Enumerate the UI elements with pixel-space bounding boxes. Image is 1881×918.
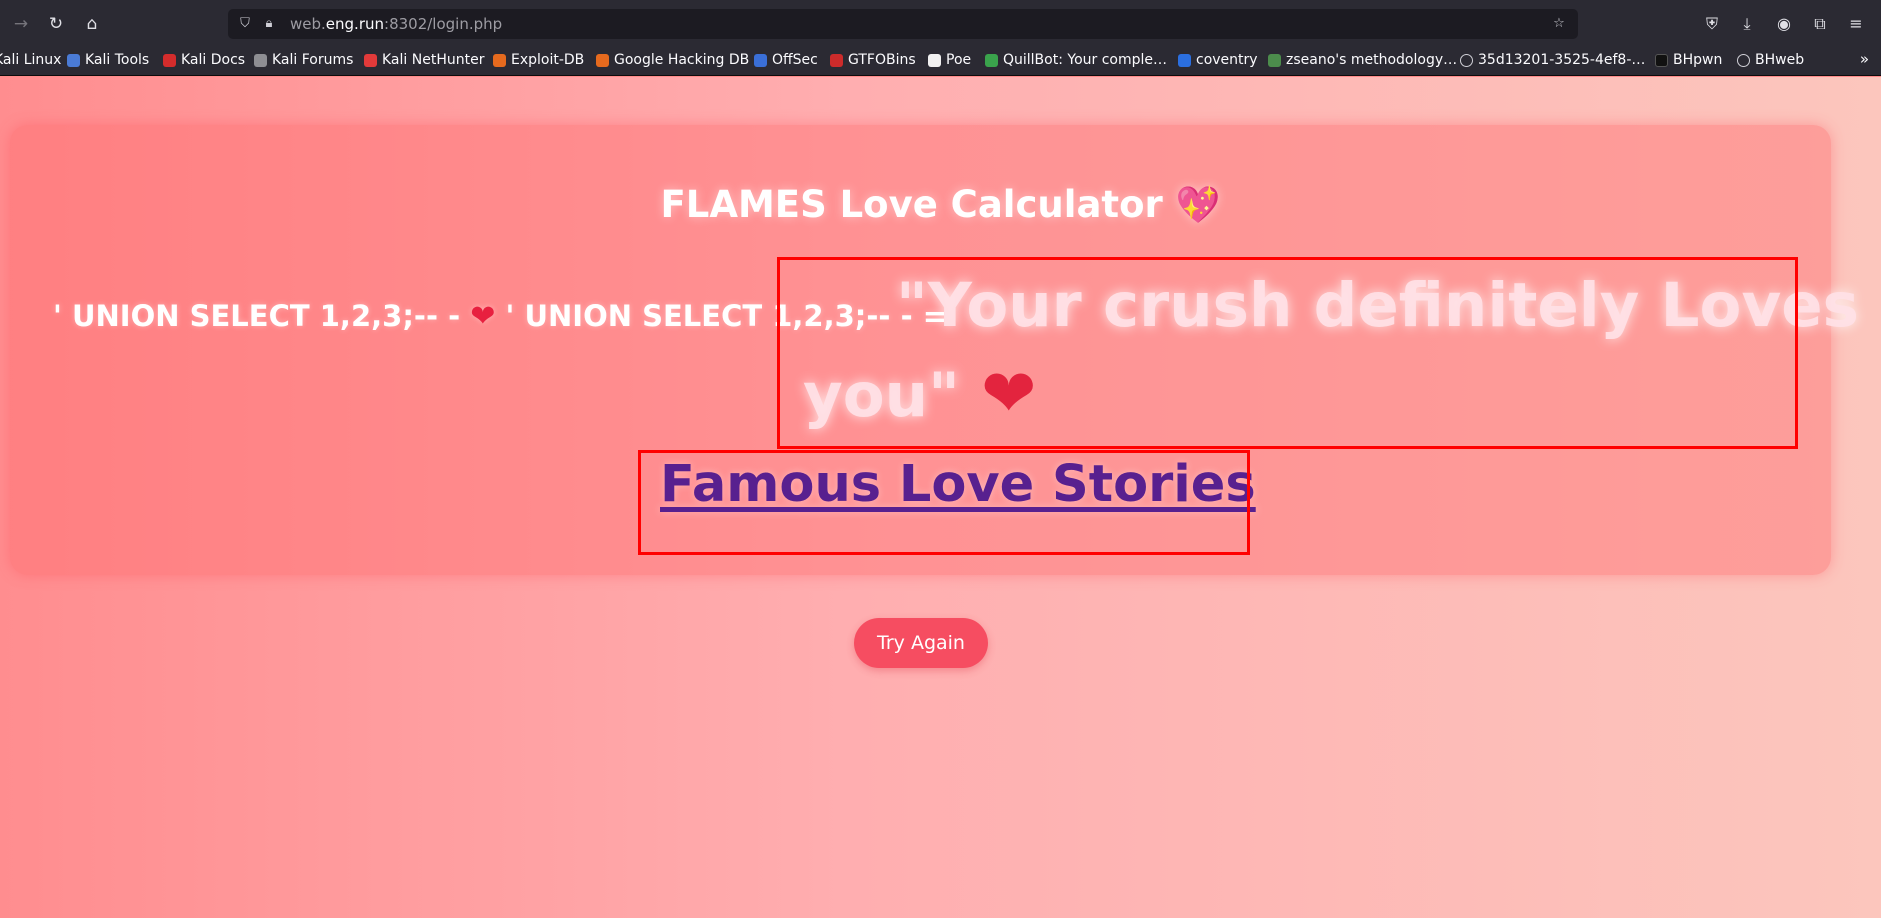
bookmark-item[interactable]: Kali NetHunter — [364, 50, 484, 70]
ghdb-icon — [596, 53, 609, 67]
page-content: FLAMES Love Calculator 💖 ' UNION SELECT … — [0, 77, 1881, 918]
offsec-icon — [754, 53, 767, 67]
browser-toolbar: → ↻ ⌂ ⛉ 🔒︎ web.eng.run:8302/login.php ☆ … — [0, 4, 1881, 44]
bookmark-label: OffSec — [772, 52, 818, 68]
coventry-icon — [1178, 53, 1191, 67]
bookmark-item[interactable]: Kali Tools — [67, 50, 149, 70]
bookmark-label: Kali Forums — [272, 52, 354, 68]
annotation-box-link — [638, 450, 1250, 555]
reload-icon[interactable]: ↻ — [44, 12, 68, 36]
bookmark-item[interactable]: Poe — [928, 50, 971, 70]
bookmark-label: coventry — [1196, 52, 1258, 68]
annotation-box-verdict — [777, 257, 1798, 449]
bookmark-label: BHpwn — [1673, 52, 1723, 68]
kali-forums-icon — [254, 53, 267, 67]
gtfobins-icon — [830, 53, 843, 67]
try-again-button[interactable]: Try Again — [854, 618, 988, 668]
bookmark-item[interactable]: zseano's methodology… — [1268, 50, 1457, 70]
page-title: FLAMES Love Calculator 💖 — [0, 183, 1881, 226]
bookmark-label: Google Hacking DB — [614, 52, 750, 68]
title-text: FLAMES Love Calculator — [660, 183, 1163, 226]
bookmark-item[interactable]: Kali Docs — [163, 50, 245, 70]
globe-icon — [1737, 53, 1750, 67]
bookmark-item[interactable]: GTFOBins — [830, 50, 916, 70]
bookmark-label: BHweb — [1755, 52, 1805, 68]
bookmark-item[interactable]: Exploit-DB — [493, 50, 584, 70]
bookmark-item[interactable]: coventry — [1178, 50, 1258, 70]
bookmark-label: GTFOBins — [848, 52, 916, 68]
download-icon[interactable]: ⤓ — [1735, 12, 1759, 36]
bookmark-item[interactable]: OffSec — [754, 50, 818, 70]
kali-docs-icon — [163, 53, 176, 67]
sparkling-heart-icon: 💖 — [1175, 185, 1221, 226]
extensions-icon[interactable]: ⧉ — [1808, 12, 1832, 36]
bookmark-item[interactable]: Kali Forums — [254, 50, 353, 70]
bookmark-item[interactable]: BHweb — [1737, 50, 1804, 70]
bookmark-label: Kali Linux — [0, 52, 62, 68]
bookmark-item[interactable]: BHpwn — [1655, 50, 1722, 70]
bookmark-label: Exploit-DB — [511, 52, 585, 68]
bookmark-label: Kali Tools — [85, 52, 150, 68]
bookmark-label: QuillBot: Your comple… — [1003, 52, 1168, 68]
bookmarks-overflow-chevron-icon[interactable]: » — [1860, 50, 1869, 68]
bookmark-label: Kali Docs — [181, 52, 246, 68]
tracking-shield-icon[interactable]: ⛉ — [234, 13, 256, 35]
bookmark-label: zseano's methodology… — [1286, 52, 1458, 68]
bookmark-label: 35d13201-3525-4ef8-… — [1478, 52, 1646, 68]
heart-icon: ❤ — [470, 299, 496, 334]
first-name-value: ' UNION SELECT 1,2,3;-- - — [53, 299, 461, 333]
globe-icon — [1460, 53, 1473, 67]
bookmark-star-icon[interactable]: ☆ — [1548, 13, 1570, 35]
url-text[interactable]: web.eng.run:8302/login.php — [290, 15, 502, 33]
bookmark-item[interactable]: 35d13201-3525-4ef8-… — [1460, 50, 1645, 70]
zseano-icon — [1268, 53, 1281, 67]
bookmark-item[interactable]: QuillBot: Your comple… — [985, 50, 1167, 70]
lock-icon[interactable]: 🔒︎ — [258, 13, 280, 35]
exploit-db-icon — [493, 53, 506, 67]
bookmarks-toolbar: Kali Linux Kali Tools Kali Docs Kali For… — [0, 44, 1881, 76]
menu-icon[interactable]: ≡ — [1844, 12, 1868, 36]
bookmark-label: Poe — [946, 52, 972, 68]
bookmark-label: Kali NetHunter — [382, 52, 485, 68]
account-icon[interactable]: ◉ — [1772, 12, 1796, 36]
bookmark-item[interactable]: Google Hacking DB — [596, 50, 749, 70]
nethunter-icon — [364, 53, 377, 67]
pocket-icon[interactable]: ⛨ — [1700, 12, 1724, 36]
bookmark-item[interactable]: Kali Linux — [0, 50, 61, 70]
poe-icon — [928, 53, 941, 67]
url-bar[interactable]: ⛉ 🔒︎ web.eng.run:8302/login.php ☆ — [228, 9, 1578, 39]
home-icon[interactable]: ⌂ — [80, 12, 104, 36]
quillbot-icon — [985, 53, 998, 67]
medium-icon — [1655, 53, 1668, 67]
back-arrow-icon[interactable]: → — [9, 12, 33, 36]
kali-tools-icon — [67, 53, 80, 67]
